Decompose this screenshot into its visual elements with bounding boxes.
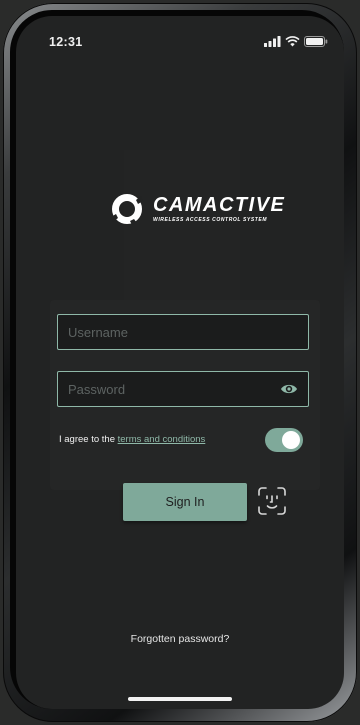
brand-logo: CAMACTIVE WIRELESS ACCESS CONTROL SYSTEM xyxy=(110,192,285,226)
forgot-password-label[interactable]: Forgotten password? xyxy=(131,633,230,645)
toggle-knob xyxy=(282,431,300,449)
status-time: 12:31 xyxy=(49,35,83,49)
status-bar: 12:31 xyxy=(16,16,344,60)
terms-agree-text: I agree to the terms and conditions xyxy=(59,434,205,445)
battery-icon xyxy=(304,36,328,47)
home-indicator[interactable] xyxy=(128,697,232,701)
brand-tagline: WIRELESS ACCESS CONTROL SYSTEM xyxy=(153,217,268,223)
status-icons xyxy=(264,36,328,47)
camactive-ring-icon xyxy=(111,194,143,225)
terms-prefix: I agree to the xyxy=(59,434,118,445)
sign-in-button[interactable]: Sign In xyxy=(123,483,247,521)
wifi-icon xyxy=(285,36,300,47)
password-field[interactable] xyxy=(57,371,309,407)
face-id-icon[interactable] xyxy=(257,486,287,516)
terms-agree-row: I agree to the terms and conditions xyxy=(59,428,309,454)
eye-icon[interactable] xyxy=(280,382,298,396)
cellular-signal-icon xyxy=(264,36,281,47)
brand-name: CAMACTIVE xyxy=(153,194,286,216)
username-field[interactable] xyxy=(57,314,309,350)
brand-text: CAMACTIVE WIRELESS ACCESS CONTROL SYSTEM xyxy=(153,195,285,223)
username-input[interactable] xyxy=(58,315,308,349)
terms-toggle[interactable] xyxy=(265,428,303,452)
terms-link[interactable]: terms and conditions xyxy=(118,434,206,445)
password-input[interactable] xyxy=(58,372,308,406)
forgot-password-link[interactable]: Forgotten password? xyxy=(16,633,344,645)
app-screen: 12:31 CAMACTIVE WIRELESS ACCESS CONTROL … xyxy=(16,16,344,709)
